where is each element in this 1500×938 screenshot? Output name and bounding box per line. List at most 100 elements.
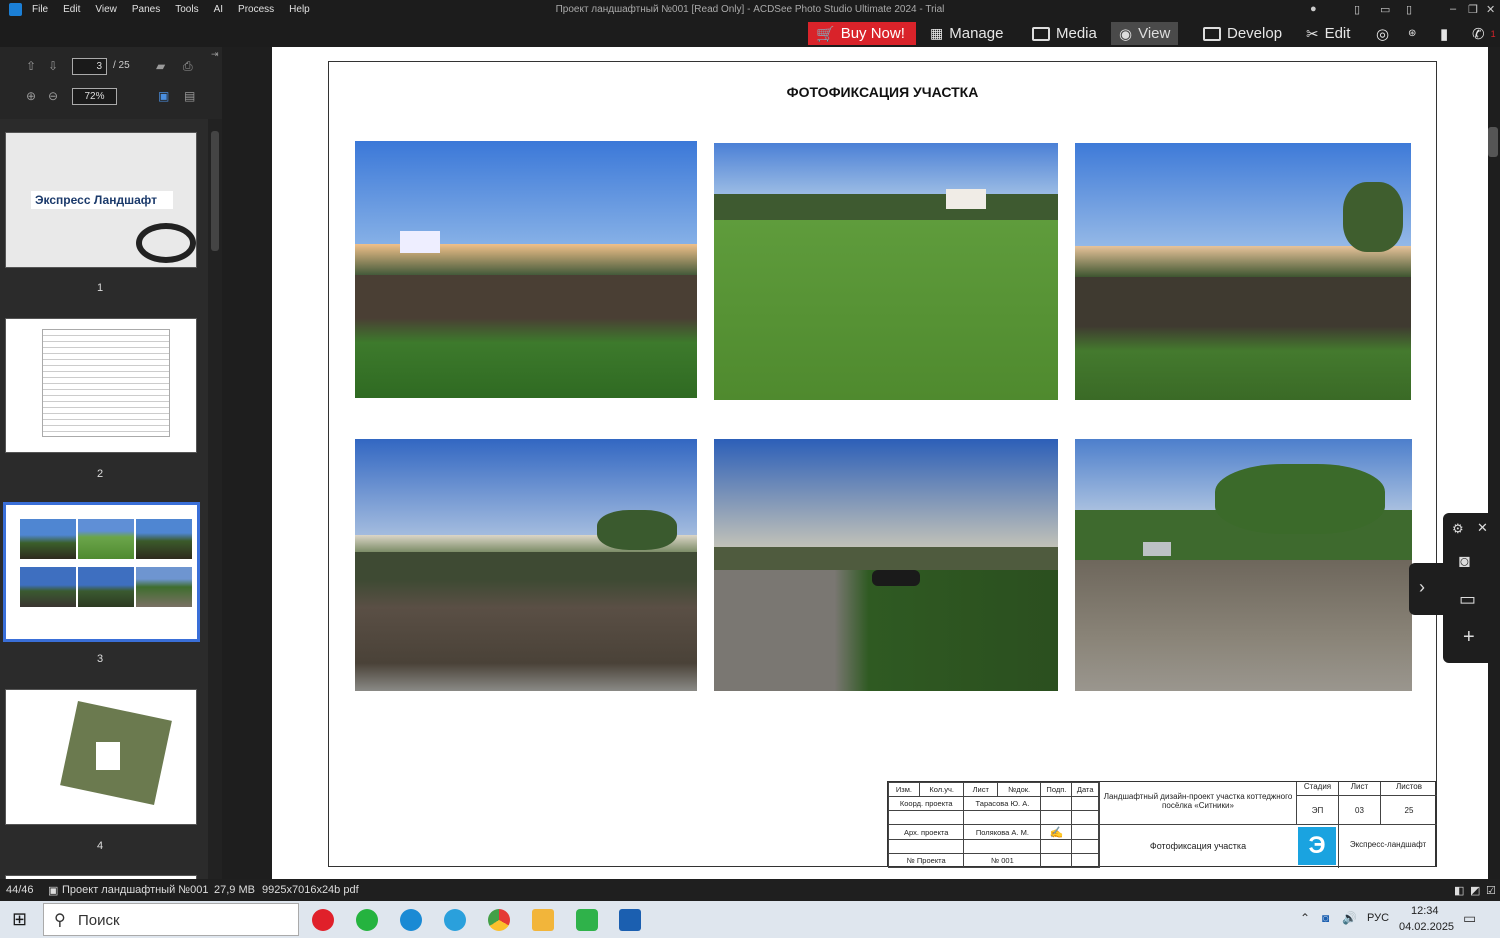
project-title: Ландшафтный дизайн-проект участка коттед… <box>1099 782 1296 825</box>
mode-media[interactable]: Media <box>1024 22 1105 45</box>
tree-shape <box>1215 464 1385 535</box>
window-title: Проект ландшафтный №001 [Read Only] - AC… <box>555 4 945 15</box>
buy-now-label: Buy Now! <box>840 25 905 42</box>
open-folder-icon[interactable]: ▰ <box>156 59 165 73</box>
settings-icon[interactable]: ⚙ <box>1452 521 1464 537</box>
video-icon[interactable]: ▭ <box>1459 589 1476 610</box>
stamp-header: №док. <box>996 781 1042 798</box>
thumbnail-4[interactable] <box>5 689 197 825</box>
thumb3-photo <box>136 567 192 607</box>
notifications-icon[interactable]: ✆ 1 <box>1464 22 1500 45</box>
close-button[interactable]: ✕ <box>1486 3 1495 16</box>
document-viewer: ФОТОФИКСАЦИЯ УЧАСТКА Изм. Кол.уч. Лист №… <box>222 47 1500 879</box>
chrome-icon[interactable] <box>488 909 510 931</box>
company-name: Экспресс-ландшафт <box>1338 825 1437 868</box>
restore-button[interactable]: ❐ <box>1468 3 1478 16</box>
thumbnail-3-selected[interactable] <box>3 502 200 642</box>
thumb3-photo <box>78 519 134 559</box>
thumb3-photo <box>78 567 134 607</box>
account-icon[interactable]: ● <box>1310 3 1317 15</box>
site-photo-3 <box>1075 143 1411 400</box>
stamp-role: № Проекта <box>887 852 965 869</box>
capture-toggle[interactable]: › <box>1409 563 1444 615</box>
thumb3-photo <box>136 519 192 559</box>
taskbar-search[interactable]: ⚲ Поиск <box>43 903 299 936</box>
sheet-value: 03 <box>1338 796 1380 825</box>
thumbnail-2[interactable] <box>5 318 197 453</box>
tray-chevron-up-icon[interactable]: ⌃ <box>1300 911 1310 925</box>
mode-manage-label: Manage <box>949 25 1004 42</box>
view-mode-icon[interactable]: ◧ <box>1454 884 1464 897</box>
search-icon: ⚲ <box>54 912 66 929</box>
minimize-button[interactable]: – <box>1450 3 1456 15</box>
status-dims: 9925x7016x24b pdf <box>262 884 359 896</box>
notification-center-icon[interactable]: ▭ <box>1463 910 1476 927</box>
tools-icon: ✂ <box>1306 25 1319 43</box>
telegram-icon[interactable] <box>444 909 466 931</box>
language-indicator[interactable]: РУС <box>1367 912 1389 924</box>
mode-develop[interactable]: Develop <box>1195 22 1290 45</box>
thumbnail-4-number: 4 <box>96 840 104 852</box>
layout-full-icon[interactable]: ▭ <box>1380 3 1390 16</box>
car-shape <box>872 570 920 587</box>
fit-page-icon[interactable]: ▣ <box>158 89 169 103</box>
stamp-person: Тарасова Ю. А. <box>963 796 1042 812</box>
dashboard-icon[interactable]: ◎ <box>1368 22 1397 45</box>
eye-icon: ◉ <box>1119 25 1133 43</box>
layout-right-icon[interactable]: ▯ <box>1406 3 1412 16</box>
checked-icon[interactable]: ☑ <box>1486 884 1496 897</box>
prev-page-icon[interactable]: ⇧ <box>26 59 36 73</box>
zoom-in-icon[interactable]: ⊕ <box>26 89 36 103</box>
add-icon[interactable]: + <box>1463 626 1475 649</box>
opera-icon[interactable] <box>312 909 334 931</box>
tree-shape <box>597 509 677 550</box>
house-shape <box>400 230 440 253</box>
thumbnail-scrollbar[interactable] <box>208 119 222 879</box>
file-explorer-icon[interactable] <box>532 909 554 931</box>
stage-value: ЭП <box>1296 796 1338 825</box>
house-shape <box>946 189 986 210</box>
mode-manage[interactable]: ▦ Manage <box>922 22 1011 45</box>
camera-icon[interactable]: ◙ <box>1459 551 1470 572</box>
close-icon[interactable]: ✕ <box>1477 520 1488 536</box>
mode-edit-label: Edit <box>1324 25 1351 42</box>
capture-widget: ⚙ ✕ ◙ ▭ + <box>1443 513 1500 663</box>
stamp-header: Дата <box>1071 781 1099 798</box>
pin-icon[interactable]: ⇥ <box>211 49 219 60</box>
whatsapp-icon[interactable] <box>356 909 378 931</box>
volume-icon[interactable]: 🔊 <box>1342 911 1357 925</box>
page-number-input[interactable]: 3 <box>72 58 107 75</box>
stats-icon[interactable]: ▮ <box>1432 22 1456 45</box>
thumbnail-pane: ⇧ ⇩ 3 / 25 ▰ ⎙ ⊕ ⊖ 72% ▣ ▤ ⇥ Экспресс Ла… <box>0 47 222 879</box>
layout-left-icon[interactable]: ▯ <box>1354 3 1360 16</box>
stamp-role: Арх. проекта <box>887 824 965 840</box>
app-green-icon[interactable] <box>576 909 598 931</box>
site-photo-2 <box>714 143 1058 400</box>
zoom-input[interactable]: 72% <box>72 88 117 105</box>
status-bar: 44/46 ▣ Проект ландшафтный №001 27,9 MB … <box>0 879 1500 901</box>
next-page-icon[interactable]: ⇩ <box>48 59 58 73</box>
fit-width-icon[interactable]: ▤ <box>184 89 195 103</box>
scrollbar-thumb[interactable] <box>211 131 219 251</box>
acdsee-icon[interactable] <box>619 909 641 931</box>
windows-start-icon[interactable]: ⊞ <box>12 909 27 930</box>
thumbnail-1[interactable]: Экспресс Ландшафт <box>5 132 197 268</box>
edit-mode-icon[interactable]: ◩ <box>1470 884 1480 897</box>
stamp-person: Полякова А. М. <box>963 824 1042 840</box>
clock-date[interactable]: 04.02.2025 <box>1399 921 1454 933</box>
clock-time[interactable]: 12:34 <box>1411 905 1439 917</box>
viewer-scrollbar[interactable] <box>1488 127 1498 157</box>
mode-edit[interactable]: ✂ Edit <box>1298 22 1358 45</box>
tray-acdsee-icon[interactable]: ◙ <box>1322 911 1329 925</box>
buy-now-button[interactable]: 🛒 Buy Now! <box>808 22 916 45</box>
mode-view[interactable]: ◉ View <box>1111 22 1179 45</box>
tree-shape <box>1343 181 1403 252</box>
thumbnail-1-drawing <box>136 223 196 263</box>
search-placeholder: Поиск <box>78 912 120 929</box>
zoom-out-icon[interactable]: ⊖ <box>48 89 58 103</box>
signature-icon: ✍ <box>1040 824 1073 840</box>
365-icon[interactable]: ⊛ <box>1400 22 1424 45</box>
pdf-page: ФОТОФИКСАЦИЯ УЧАСТКА Изм. Кол.уч. Лист №… <box>272 47 1488 879</box>
print-icon[interactable]: ⎙ <box>183 59 193 74</box>
edge-icon[interactable] <box>400 909 422 931</box>
